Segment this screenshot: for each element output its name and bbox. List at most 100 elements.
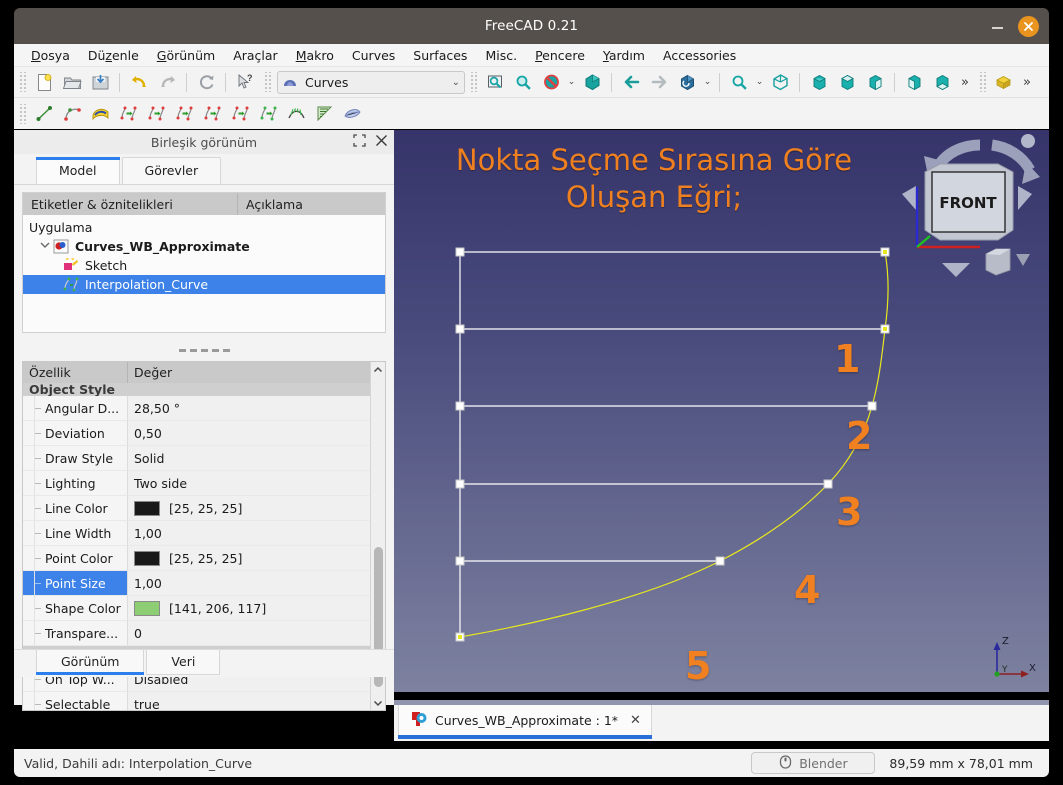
property-value-cell[interactable]: [141, 206, 117] <box>128 596 370 621</box>
scroll-down-icon[interactable] <box>371 695 386 710</box>
menu-misc[interactable]: Misc. <box>476 46 526 65</box>
whats-this-icon[interactable]: ? <box>232 70 258 95</box>
tree-item-application[interactable]: Uygulama <box>23 218 385 237</box>
toolbar-grip-view[interactable] <box>469 72 478 92</box>
zebra-icon[interactable] <box>311 101 337 126</box>
toolbar-grip-workbench[interactable] <box>263 72 272 92</box>
menu-surfaces[interactable]: Surfaces <box>404 46 476 65</box>
interpolate-curve-icon[interactable] <box>171 101 197 126</box>
menu-curves[interactable]: Curves <box>343 46 404 65</box>
extract-surface-icon[interactable] <box>87 101 113 126</box>
front-view-icon[interactable] <box>806 70 832 95</box>
menu-duzenle[interactable]: Düzenle <box>79 46 148 65</box>
property-row-draw-style[interactable]: Draw Style Solid <box>23 446 370 471</box>
discretize-icon[interactable] <box>199 101 225 126</box>
panel-splitter[interactable] <box>14 341 394 359</box>
shape-color-swatch[interactable] <box>134 600 160 616</box>
close-icon[interactable]: ✕ <box>630 713 641 728</box>
refresh-icon[interactable] <box>193 70 219 95</box>
property-row-angular-deflection[interactable]: Angular D... 28,50 ° <box>23 396 370 421</box>
top-view-icon[interactable] <box>834 70 860 95</box>
view-dropdown-icon[interactable]: ⌄ <box>701 70 714 95</box>
property-row-deviation[interactable]: Deviation 0,50 <box>23 421 370 446</box>
property-row-lighting[interactable]: Lighting Two side <box>23 471 370 496</box>
property-value[interactable]: Two side <box>128 471 370 496</box>
toolbar-overflow-2[interactable]: » <box>1018 75 1036 90</box>
menu-yardim[interactable]: Yardım <box>594 46 654 65</box>
expand-chevron-icon[interactable] <box>39 239 53 254</box>
property-row-point-size[interactable]: Point Size 1,00 <box>23 571 370 596</box>
menu-gorunum[interactable]: Görünüm <box>148 46 224 65</box>
property-value[interactable]: 1,00 <box>128 521 370 546</box>
curve-icon[interactable] <box>59 101 85 126</box>
toolbar-grip-extra[interactable] <box>977 72 987 92</box>
save-icon[interactable] <box>87 70 113 95</box>
menu-pencere[interactable]: Pencere <box>526 46 594 65</box>
property-value[interactable]: 0 <box>128 621 370 646</box>
parametric-blend-icon[interactable] <box>227 101 253 126</box>
point-color-swatch[interactable] <box>134 550 160 566</box>
right-view-icon[interactable] <box>862 70 888 95</box>
axonometric-view-icon[interactable] <box>767 70 793 95</box>
document-tab[interactable]: Curves_WB_Approximate : 1* ✕ <box>398 705 652 739</box>
property-value[interactable]: 28,50 ° <box>128 396 370 421</box>
property-value-cell[interactable]: [25, 25, 25] <box>128 546 370 571</box>
menu-dosya[interactable]: Dosya <box>22 46 79 65</box>
property-value[interactable]: 0,50 <box>128 421 370 446</box>
comb-plot-icon[interactable] <box>283 101 309 126</box>
property-row-point-color[interactable]: Point Color [25, 25, 25] <box>23 546 370 571</box>
split-curve-icon[interactable] <box>255 101 281 126</box>
menu-makro[interactable]: Makro <box>287 46 343 65</box>
join-curve-icon[interactable] <box>115 101 141 126</box>
tree-item-interpolation-curve[interactable]: Interpolation_Curve <box>23 275 385 294</box>
tab-model[interactable]: Model <box>36 157 120 184</box>
undo-icon[interactable] <box>126 70 152 95</box>
no-draw-style-icon[interactable] <box>538 70 564 95</box>
draw-style-dropdown-icon[interactable]: ⌄ <box>565 70 578 95</box>
toolbar-overflow-1[interactable]: » <box>956 75 974 90</box>
property-group-object-style[interactable]: Object Style <box>23 383 370 396</box>
tab-gorunum[interactable]: Görünüm <box>36 650 145 675</box>
property-row-transparency[interactable]: Transpare... 0 <box>23 621 370 646</box>
open-folder-icon[interactable] <box>59 70 85 95</box>
property-row-line-color[interactable]: Line Color [25, 25, 25] <box>23 496 370 521</box>
line-icon[interactable] <box>31 101 57 126</box>
3d-viewport[interactable]: Nokta Seçme Sırasına Göre Oluşan Eğri; 1… <box>394 130 1049 692</box>
property-value[interactable]: true <box>128 692 370 710</box>
zoom-dropdown-icon[interactable]: ⌄ <box>753 70 766 95</box>
toolbar-grip-curves[interactable] <box>18 103 27 124</box>
forward-arrow-icon[interactable] <box>646 70 672 95</box>
toolbar-grip[interactable] <box>18 72 27 92</box>
menu-accessories[interactable]: Accessories <box>654 46 745 65</box>
zoom-icon[interactable] <box>510 70 536 95</box>
tree-item-sketch[interactable]: Sketch <box>23 256 385 275</box>
new-document-icon[interactable] <box>31 70 57 95</box>
sweep-surface-icon[interactable] <box>339 101 365 126</box>
bottom-view-icon[interactable] <box>929 70 955 95</box>
redo-icon[interactable] <box>154 70 180 95</box>
line-color-swatch[interactable] <box>134 500 160 516</box>
scrollbar-track[interactable] <box>371 377 386 695</box>
property-row-line-width[interactable]: Line Width 1,00 <box>23 521 370 546</box>
workbench-selector[interactable]: Curves ⌄ <box>277 70 465 94</box>
tree-item-document[interactable]: Curves_WB_Approximate <box>23 237 385 256</box>
navigation-style-button[interactable]: Blender <box>751 752 876 774</box>
property-value[interactable]: 1,00 <box>128 571 370 596</box>
fit-all-icon[interactable] <box>482 70 508 95</box>
property-value-cell[interactable]: [25, 25, 25] <box>128 496 370 521</box>
property-value[interactable]: Solid <box>128 446 370 471</box>
close-icon[interactable] <box>1018 15 1039 37</box>
zoom-fit-icon[interactable] <box>726 70 752 95</box>
iso-view-icon[interactable] <box>674 70 700 95</box>
minimize-icon[interactable] <box>990 18 1006 34</box>
back-arrow-icon[interactable] <box>618 70 644 95</box>
axonometric-icon[interactable] <box>579 70 605 95</box>
expand-icon[interactable] <box>353 134 366 150</box>
approx-curve-icon[interactable] <box>143 101 169 126</box>
rear-view-icon[interactable] <box>901 70 927 95</box>
close-icon[interactable] <box>375 134 388 150</box>
tab-veri[interactable]: Veri <box>146 650 221 675</box>
property-row-shape-color[interactable]: Shape Color [141, 206, 117] <box>23 596 370 621</box>
menu-araclar[interactable]: Araçlar <box>224 46 287 65</box>
navigation-cube[interactable]: FRONT <box>880 132 1045 287</box>
